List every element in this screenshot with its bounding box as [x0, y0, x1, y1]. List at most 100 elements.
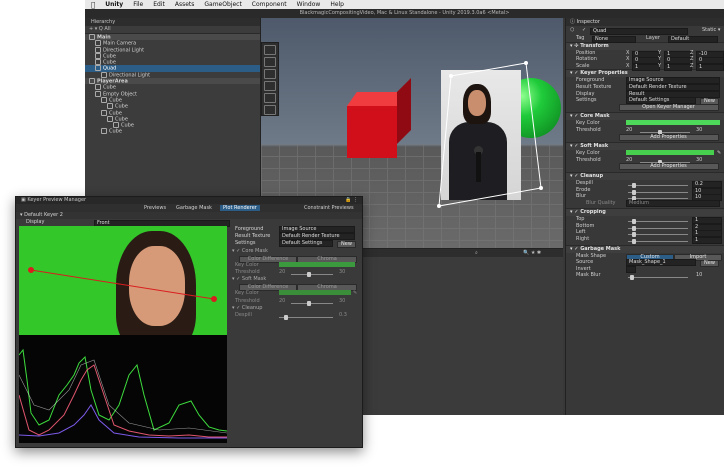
garbage-mask-title: Garbage Mask: [580, 245, 621, 252]
kpm-soft-threshold-max[interactable]: 30: [339, 298, 345, 305]
transform-y-field[interactable]: 1: [664, 63, 692, 71]
kpm-tabbar: Previews Garbage Mask Plot Renderer Cons…: [16, 204, 362, 212]
kpm-eyedropper-icon[interactable]: ✎: [353, 290, 357, 297]
core-mask-header[interactable]: ▾ ✓ Core Mask: [566, 112, 724, 121]
kpm-keyer-label[interactable]: ▾ Default Keyer 2: [20, 212, 63, 219]
search-icon[interactable]: ⌕: [475, 250, 478, 256]
static-toggle[interactable]: Static ▾: [702, 26, 720, 35]
scene-icon: [89, 34, 95, 40]
kpm-titlebar[interactable]: ▣ Keyer Preview Manager 🔒 ⋮: [16, 197, 362, 204]
transform-row: Rotation X 0 Y 0 Z 0: [566, 56, 724, 65]
transform-title: Transform: [580, 42, 609, 49]
kpm-foreground-field[interactable]: Image Source: [279, 226, 355, 233]
inspector-tab[interactable]: ⓘ Inspector: [566, 18, 724, 26]
layer-dropdown[interactable]: Default: [668, 36, 718, 43]
menu-unity[interactable]: Unity: [105, 1, 123, 8]
hierarchy-item-label: Cube: [115, 103, 128, 110]
active-checkbox[interactable]: ✓: [582, 26, 586, 35]
soft-threshold-max[interactable]: 30: [696, 157, 702, 164]
value-field[interactable]: 1: [692, 237, 722, 245]
waveform-plot: [18, 348, 228, 439]
hierarchy-toolbar[interactable]: + ▾ Q All: [85, 26, 260, 34]
kpm-core-threshold-min[interactable]: 20: [279, 269, 285, 276]
blur-quality-dropdown[interactable]: Medium: [626, 199, 720, 207]
hierarchy-panel: Hierarchy + ▾ Q All Main Main Camera Direc…: [85, 18, 261, 196]
value-slider[interactable]: [628, 239, 688, 245]
kpm-core-threshold-slider[interactable]: [291, 271, 333, 277]
slider-row: Right 1: [566, 236, 724, 245]
cropping-rows: Top 1 Bottom 2 Left 1 Right 1: [566, 216, 724, 245]
kpm-soft-mask-header[interactable]: ▾ ✓ Soft Mask: [229, 276, 359, 283]
kpm-core-mask-header[interactable]: ▾ ✓ Core Mask: [229, 248, 359, 255]
tag-dropdown[interactable]: None: [592, 36, 636, 43]
sample-line: [28, 267, 217, 302]
transform-x-field[interactable]: 1: [632, 63, 660, 71]
tab-plot-renderer[interactable]: Plot Renderer: [220, 205, 260, 211]
gameobject-icon: [101, 128, 107, 135]
kpm-new-button[interactable]: New: [337, 241, 356, 249]
menu-edit[interactable]: Edit: [153, 1, 165, 8]
slider-row-label: Bottom: [576, 222, 595, 229]
soft-mask-header[interactable]: ▾ ✓ Soft Mask: [566, 142, 724, 151]
tab-garbage-mask[interactable]: Garbage Mask: [176, 205, 212, 211]
gameobject-icon: [107, 103, 113, 110]
green-screen-preview[interactable]: [19, 226, 227, 335]
hierarchy-item[interactable]: Cube: [85, 128, 260, 135]
core-mask-title: Core Mask: [580, 113, 610, 120]
kpm-soft-threshold-slider[interactable]: [291, 300, 333, 306]
tab-constraint-previews[interactable]: Constraint Previews: [304, 205, 354, 211]
menu-window[interactable]: Window: [297, 1, 321, 8]
kpm-core-key-color-label: Key Color: [235, 261, 259, 268]
apple-icon[interactable]: : [91, 1, 95, 9]
kpm-result-field[interactable]: Default Render Texture: [279, 233, 355, 241]
object-name-field[interactable]: Quad: [590, 28, 688, 35]
open-keyer-manager-button[interactable]: Open Keyer Manager: [618, 103, 719, 111]
kpm-lock-icon[interactable]: 🔒 ⋮: [345, 197, 358, 204]
kpm-core-threshold-max[interactable]: 30: [339, 269, 345, 276]
slider-row: Left 1: [566, 229, 724, 238]
menu-gameobject[interactable]: GameObject: [204, 1, 241, 8]
gameobject-icon: [101, 71, 107, 78]
hierarchy-tab[interactable]: Hierarchy: [85, 18, 260, 26]
cropping-header[interactable]: ▾ ✓ Cropping: [566, 208, 724, 217]
kpm-settings-field[interactable]: Default Settings: [279, 240, 333, 248]
kpm-title: Keyer Preview Manager: [27, 197, 87, 203]
soft-threshold-min[interactable]: 20: [626, 157, 632, 164]
menu-assets[interactable]: Assets: [175, 1, 195, 8]
menu-help[interactable]: Help: [330, 1, 344, 8]
kpm-despill-slider[interactable]: [279, 314, 333, 320]
tab-previews[interactable]: Previews: [144, 205, 166, 211]
menu-component[interactable]: Component: [252, 1, 287, 8]
cropping-title: Cropping: [580, 209, 606, 216]
mask-shape-label: Mask Shape: [576, 252, 607, 259]
slider-row: Erode 10: [566, 187, 724, 195]
core-threshold-max[interactable]: 30: [696, 127, 702, 134]
core-key-color-swatch[interactable]: [626, 120, 720, 126]
mask-blur-slider[interactable]: [628, 275, 688, 281]
soft-key-color-swatch[interactable]: [626, 150, 714, 156]
transform-rows: Position X 0 Y 1 Z -10 Rotation X 0 Y 0 Z 0 Scale X 1 Y 1 Z…: [566, 50, 724, 71]
kpm-despill-value[interactable]: 0.3: [339, 312, 347, 319]
axis-y-label: Y: [658, 56, 662, 63]
mask-blur-value[interactable]: 10: [696, 272, 702, 279]
transform-row-label: Rotation: [576, 56, 597, 63]
garbage-mask-header[interactable]: ▾ ✓ Garbage Mask: [566, 244, 724, 253]
console-filter-icons[interactable]: 🔍 ★ ✱: [523, 250, 541, 256]
kpm-soft-threshold-min[interactable]: 20: [279, 298, 285, 305]
hierarchy-item-label: Cube: [109, 128, 122, 135]
eyedropper-icon[interactable]: ✎: [717, 150, 721, 157]
cleanup-header[interactable]: ▾ ✓ Cleanup: [566, 171, 724, 180]
kpm-cleanup-header[interactable]: ▾ ✓ Cleanup: [229, 305, 359, 312]
kpm-soft-key-color-swatch[interactable]: [279, 290, 351, 296]
soft-mask-title: Soft Mask: [580, 143, 609, 150]
kpm-core-key-color-swatch[interactable]: [279, 261, 355, 267]
menu-file[interactable]: File: [133, 1, 143, 8]
soft-add-properties-button[interactable]: Add Properties: [618, 163, 719, 171]
gameobject-icon: [95, 46, 101, 53]
slider-row: Top 1: [566, 216, 724, 225]
cleanup-title: Cleanup: [580, 172, 604, 179]
hierarchy-item-label: Main Camera: [103, 40, 137, 47]
core-threshold-min[interactable]: 20: [626, 127, 632, 134]
core-add-properties-button[interactable]: Add Properties: [618, 133, 719, 141]
transform-z-field[interactable]: 1: [696, 63, 724, 71]
